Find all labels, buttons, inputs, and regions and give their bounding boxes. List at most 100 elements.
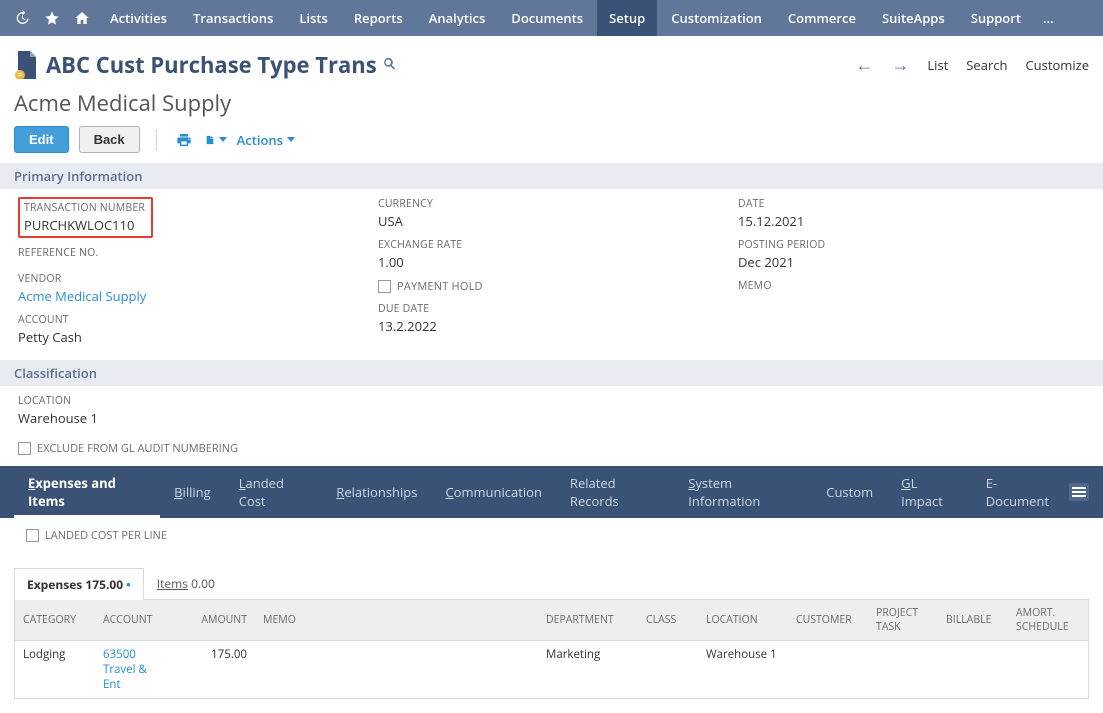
currency-value: USA xyxy=(378,212,738,230)
cell-category: Lodging xyxy=(15,641,95,699)
nav-setup[interactable]: Setup xyxy=(597,0,657,36)
payment-hold-label: PAYMENT HOLD xyxy=(397,279,483,294)
next-record-icon[interactable]: → xyxy=(891,53,909,77)
transaction-number-label: TRANSACTION NUMBER xyxy=(24,201,145,215)
nav-customization[interactable]: Customization xyxy=(659,0,774,36)
date-value: 15.12.2021 xyxy=(738,212,1098,230)
date-label: DATE xyxy=(738,197,1098,211)
nav-more[interactable]: ... xyxy=(1035,0,1062,36)
col-amount: AMOUNT xyxy=(175,600,255,641)
cell-project-task xyxy=(868,641,938,699)
expenses-table: CATEGORY ACCOUNT AMOUNT MEMO DEPARTMENT … xyxy=(15,600,1088,698)
nav-support[interactable]: Support xyxy=(959,0,1033,36)
landed-cost-per-line-checkbox[interactable] xyxy=(26,529,39,542)
back-button[interactable]: Back xyxy=(79,126,140,153)
export-icon[interactable] xyxy=(205,132,227,148)
nav-lists[interactable]: Lists xyxy=(287,0,340,36)
nav-transactions[interactable]: Transactions xyxy=(181,0,285,36)
transaction-number-highlight: TRANSACTION NUMBER PURCHKWLOC110 xyxy=(18,197,153,238)
table-header-row: CATEGORY ACCOUNT AMOUNT MEMO DEPARTMENT … xyxy=(15,600,1088,641)
classification-grid: LOCATION Warehouse 1 xyxy=(0,386,1103,437)
tab-layout-toggle[interactable] xyxy=(1069,483,1089,501)
tab-billing[interactable]: Billing xyxy=(160,475,225,509)
nav-reports[interactable]: Reports xyxy=(342,0,415,36)
tab-e-document[interactable]: E-Document xyxy=(972,466,1069,518)
vendor-label: VENDOR xyxy=(18,272,378,286)
col-customer: CUSTOMER xyxy=(788,600,868,641)
prev-record-icon[interactable]: ← xyxy=(855,53,873,77)
header-search-link[interactable]: Search xyxy=(966,56,1007,74)
location-label: LOCATION xyxy=(18,394,378,408)
location-value: Warehouse 1 xyxy=(18,409,378,427)
tab-strip: Expenses and Items Billing Landed Cost R… xyxy=(0,466,1103,518)
cell-memo xyxy=(255,641,538,699)
cell-department: Marketing xyxy=(538,641,638,699)
expenses-table-wrap: CATEGORY ACCOUNT AMOUNT MEMO DEPARTMENT … xyxy=(14,600,1089,699)
table-row[interactable]: Lodging 63500 Travel & Ent 175.00 Market… xyxy=(15,641,1088,699)
transaction-number-value: PURCHKWLOC110 xyxy=(24,216,145,234)
history-icon[interactable] xyxy=(8,0,36,36)
tab-communication[interactable]: Communication xyxy=(431,475,555,509)
subtab-items[interactable]: Items 0.00 xyxy=(144,567,228,599)
col-class: CLASS xyxy=(638,600,698,641)
section-classification: Classification xyxy=(0,360,1103,386)
actions-dropdown[interactable]: Actions xyxy=(237,131,295,149)
action-row: Edit Back Actions xyxy=(0,126,1103,163)
nav-documents[interactable]: Documents xyxy=(499,0,595,36)
page-title: ABC Cust Purchase Type Trans xyxy=(46,50,377,80)
document-icon xyxy=(14,51,38,79)
vendor-value[interactable]: Acme Medical Supply xyxy=(18,287,378,305)
posting-period-value: Dec 2021 xyxy=(738,253,1098,271)
col-project-task: PROJECT TASK xyxy=(868,600,938,641)
home-icon[interactable] xyxy=(68,0,96,36)
col-department: DEPARTMENT xyxy=(538,600,638,641)
title-search-icon[interactable] xyxy=(383,57,396,74)
due-date-value: 13.2.2022 xyxy=(378,317,738,335)
header-list-link[interactable]: List xyxy=(927,56,948,74)
currency-label: CURRENCY xyxy=(378,197,738,211)
cell-class xyxy=(638,641,698,699)
caret-down-icon xyxy=(287,137,295,142)
exclude-gl-checkbox[interactable] xyxy=(18,442,31,455)
page-header: ABC Cust Purchase Type Trans ← → List Se… xyxy=(0,36,1103,86)
cell-account[interactable]: 63500 Travel & Ent xyxy=(95,641,175,699)
nav-commerce[interactable]: Commerce xyxy=(776,0,868,36)
posting-period-label: POSTING PERIOD xyxy=(738,238,1098,252)
memo-label: MEMO xyxy=(738,279,1098,293)
star-icon[interactable] xyxy=(38,0,66,36)
tab-system-information[interactable]: System Information xyxy=(674,466,812,518)
page-subtitle: Acme Medical Supply xyxy=(0,86,1103,126)
exchange-rate-label: EXCHANGE RATE xyxy=(378,238,738,252)
nav-suiteapps[interactable]: SuiteApps xyxy=(870,0,957,36)
col-billable: BILLABLE xyxy=(938,600,1008,641)
print-icon[interactable] xyxy=(173,132,195,148)
col-amort-schedule: AMORT. SCHEDULE xyxy=(1008,600,1088,641)
col-location: LOCATION xyxy=(698,600,788,641)
exclude-gl-label: EXCLUDE FROM GL AUDIT NUMBERING xyxy=(37,441,238,456)
nav-activities[interactable]: Activities xyxy=(98,0,179,36)
col-category: CATEGORY xyxy=(15,600,95,641)
landed-cost-per-line-label: LANDED COST PER LINE xyxy=(45,528,167,543)
tab-related-records[interactable]: Related Records xyxy=(556,466,674,518)
sub-tab-strip: Expenses 175.00 • Items 0.00 xyxy=(14,567,1089,600)
tab-custom[interactable]: Custom xyxy=(812,475,887,509)
top-nav: Activities Transactions Lists Reports An… xyxy=(0,0,1103,36)
edit-button[interactable]: Edit xyxy=(14,126,69,153)
tab-gl-impact[interactable]: GL Impact xyxy=(887,466,972,518)
tab-relationships[interactable]: Relationships xyxy=(322,475,431,509)
tab-landed-cost[interactable]: Landed Cost xyxy=(225,466,323,518)
exclude-gl-row: EXCLUDE FROM GL AUDIT NUMBERING xyxy=(0,437,1103,466)
cell-amort xyxy=(1008,641,1088,699)
cell-location: Warehouse 1 xyxy=(698,641,788,699)
tab-expenses-and-items[interactable]: Expenses and Items xyxy=(14,466,160,518)
subtab-expenses[interactable]: Expenses 175.00 • xyxy=(14,568,144,600)
header-customize-link[interactable]: Customize xyxy=(1025,56,1089,74)
account-label: ACCOUNT xyxy=(18,313,378,327)
reference-no-label: REFERENCE NO. xyxy=(18,246,378,260)
cell-billable xyxy=(938,641,1008,699)
payment-hold-checkbox[interactable] xyxy=(378,280,391,293)
nav-analytics[interactable]: Analytics xyxy=(417,0,498,36)
section-primary-info: Primary Information xyxy=(0,163,1103,189)
account-value: Petty Cash xyxy=(18,328,378,346)
due-date-label: DUE DATE xyxy=(378,302,738,316)
